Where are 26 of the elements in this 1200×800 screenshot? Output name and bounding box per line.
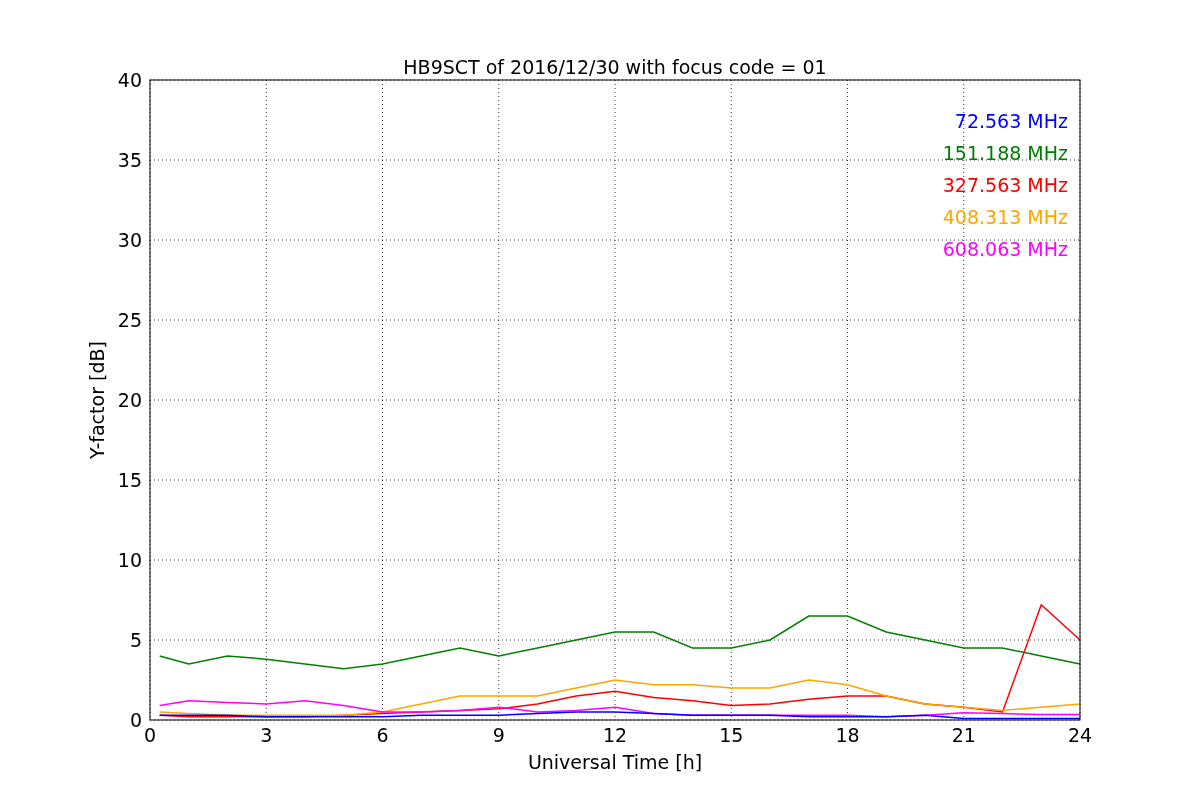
- legend-label: 72.563 MHz: [954, 110, 1068, 132]
- x-tick-label: 3: [260, 724, 273, 746]
- y-tick-label: 40: [117, 69, 142, 91]
- x-tick-label: 6: [376, 724, 389, 746]
- y-tick-label: 5: [129, 629, 142, 651]
- y-axis-title: Y-factor [dB]: [86, 341, 108, 459]
- legend-label: 327.563 MHz: [942, 174, 1068, 196]
- x-tick-label: 18: [835, 724, 860, 746]
- x-tick-label: 24: [1067, 724, 1093, 746]
- x-tick-label: 12: [602, 724, 628, 746]
- x-tick-label: 15: [719, 724, 744, 746]
- legend-label: 151.188 MHz: [942, 142, 1068, 164]
- chart-title: HB9SCT of 2016/12/30 with focus code = 01: [403, 56, 827, 78]
- y-tick-label: 0: [129, 709, 142, 731]
- x-axis-title: Universal Time [h]: [527, 751, 703, 773]
- y-tick-label: 35: [117, 149, 142, 171]
- x-tick-label: 0: [143, 724, 157, 746]
- y-tick-label: 10: [117, 549, 142, 571]
- x-tick-label: 9: [492, 724, 505, 746]
- y-tick-label: 30: [117, 229, 142, 251]
- y-tick-label: 20: [117, 389, 142, 411]
- legend-label: 408.313 MHz: [942, 206, 1068, 228]
- y-tick-label: 15: [117, 469, 142, 491]
- y-tick-label: 25: [117, 309, 142, 331]
- legend-label: 608.063 MHz: [942, 238, 1068, 260]
- x-tick-label: 21: [951, 724, 976, 746]
